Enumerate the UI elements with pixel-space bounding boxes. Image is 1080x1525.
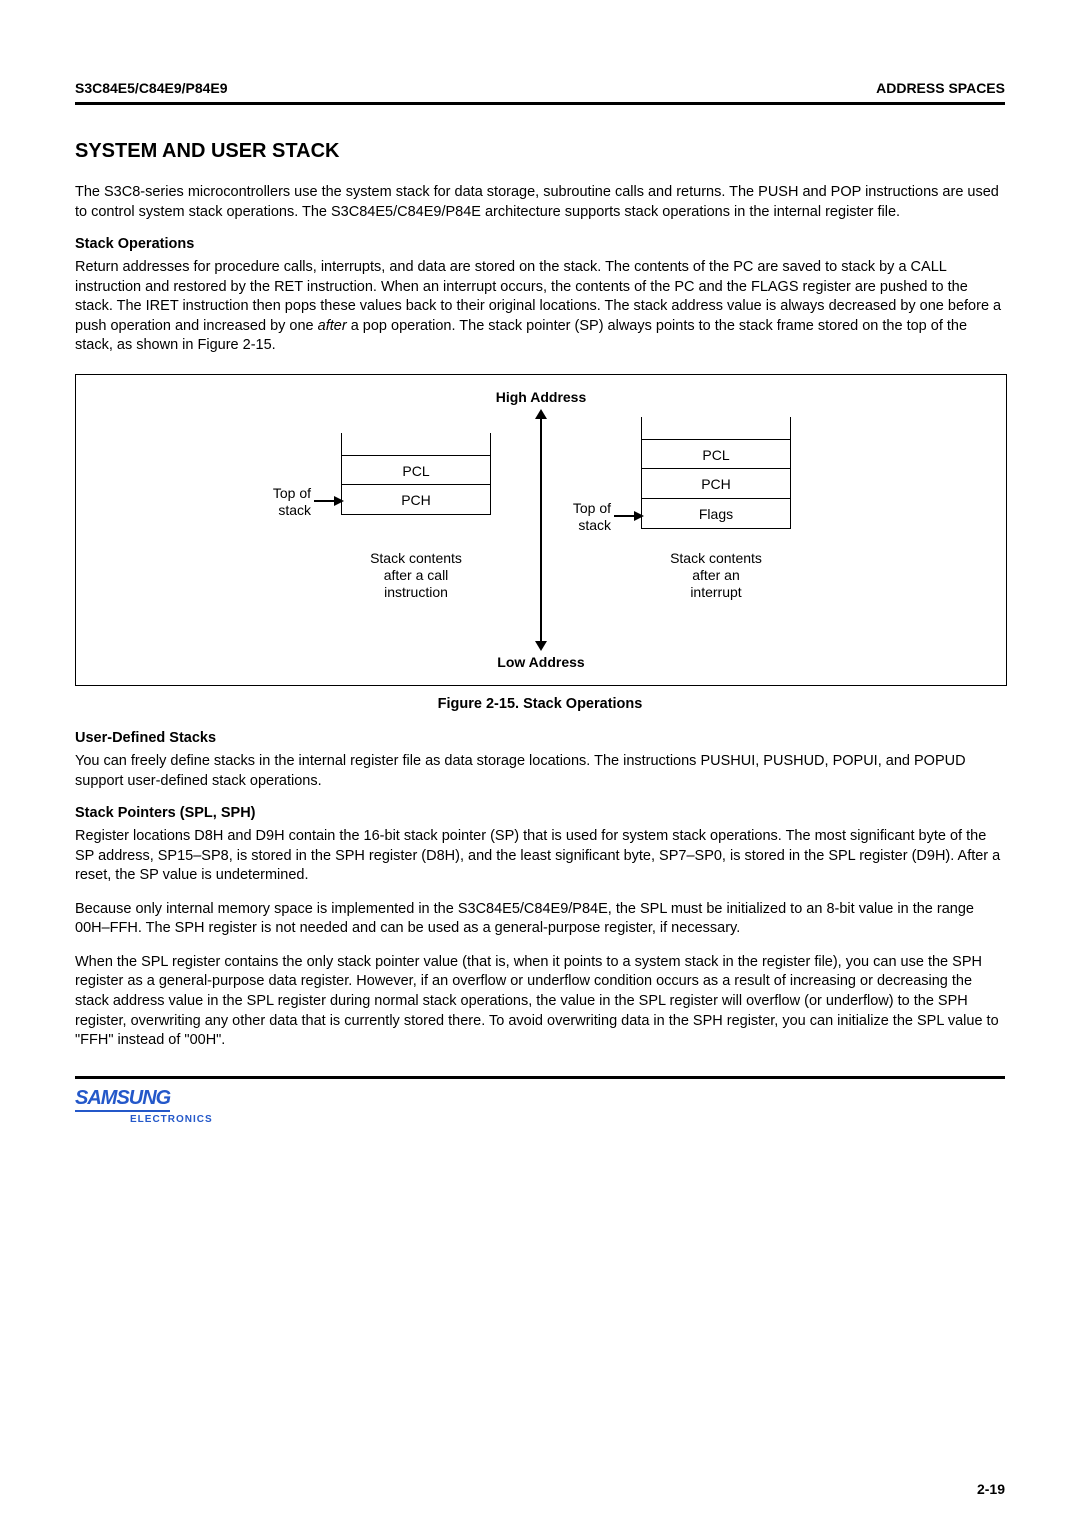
call-stack-caption: Stack contents after a call instruction [341,550,491,600]
electronics-label: ELECTRONICS [130,1114,1005,1125]
user-defined-stacks-heading: User-Defined Stacks [75,730,1005,746]
stack-pointers-p3: When the SPL register contains the only … [75,953,1005,1051]
top-of-stack-left-label: Top of stack [251,485,311,519]
page-number: 2-19 [977,1481,1005,1497]
footer-logo-block: SAMSUNG ELECTRONICS [75,1087,1005,1125]
high-address-label: High Address [76,389,1006,406]
stack-pointers-p2: Because only internal memory space is im… [75,900,1005,939]
sec1-after-italic: after [318,318,347,334]
page-header: S3C84E5/C84E9/P84E9 ADDRESS SPACES [75,80,1005,105]
top-of-stack-right-arrow-line [614,515,636,517]
interrupt-stack-pch: PCH [641,469,791,499]
stack-diagram: High Address Low Address PCL PCH Top of … [75,374,1007,686]
section-title: SYSTEM AND USER STACK [75,140,1005,163]
call-stack-side-right [490,433,491,455]
stack-pointers-p1: Register locations D8H and D9H contain t… [75,827,1005,886]
call-stack-side-left [341,433,342,455]
footer-rule [75,1076,1005,1079]
interrupt-stack-caption: Stack contents after an interrupt [641,550,791,600]
samsung-logo: SAMSUNG [75,1087,170,1112]
address-axis-arrow-down [535,641,547,651]
address-axis-arrow-up [535,409,547,419]
low-address-label: Low Address [76,654,1006,671]
call-stack: PCL PCH [341,455,491,515]
call-stack-pch: PCH [341,485,491,515]
intro-paragraph: The S3C8-series microcontrollers use the… [75,183,1005,222]
stack-pointers-heading: Stack Pointers (SPL, SPH) [75,805,1005,821]
top-of-stack-right-label: Top of stack [551,500,611,534]
call-stack-pcl: PCL [341,455,491,485]
top-of-stack-left-arrow-head [334,496,344,506]
interrupt-stack-side-left [641,417,642,439]
header-right: ADDRESS SPACES [876,80,1005,96]
interrupt-stack: PCL PCH Flags [641,439,791,529]
top-of-stack-right-arrow-head [634,511,644,521]
interrupt-stack-flags: Flags [641,499,791,529]
header-left: S3C84E5/C84E9/P84E9 [75,80,228,96]
interrupt-stack-pcl: PCL [641,439,791,469]
user-defined-stacks-paragraph: You can freely define stacks in the inte… [75,752,1005,791]
interrupt-stack-side-right [790,417,791,439]
top-of-stack-left-arrow-line [314,500,336,502]
address-axis-line [540,417,542,643]
stack-operations-paragraph: Return addresses for procedure calls, in… [75,258,1005,356]
stack-operations-heading: Stack Operations [75,236,1005,252]
figure-caption: Figure 2-15. Stack Operations [75,696,1005,712]
